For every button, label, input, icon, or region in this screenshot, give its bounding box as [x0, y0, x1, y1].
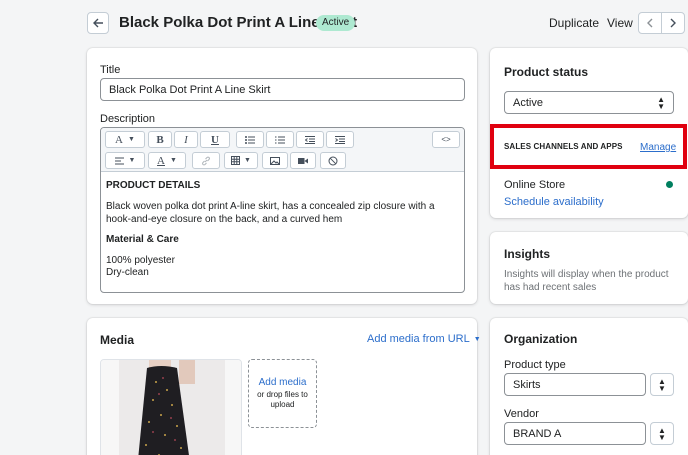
product-status-title: Product status — [504, 65, 589, 79]
outdent-icon — [305, 135, 315, 144]
add-media-from-url-label: Add media from URL — [367, 333, 470, 345]
add-media-button[interactable]: Add media — [259, 377, 307, 388]
next-button[interactable] — [661, 12, 685, 34]
align-button[interactable]: ▼ — [105, 152, 145, 169]
insights-text: Insights will display when the product h… — [504, 269, 669, 293]
sales-channels-label: SALES CHANNELS AND APPS — [504, 142, 623, 151]
table-button[interactable]: ▼ — [224, 152, 258, 169]
chevron-right-icon — [670, 18, 676, 28]
schedule-availability-link[interactable]: Schedule availability — [504, 196, 604, 208]
insert-image-button[interactable] — [262, 152, 288, 169]
indent-icon — [335, 135, 345, 144]
text-color-icon: A — [157, 154, 165, 167]
chevron-down-icon: ▼ — [244, 157, 251, 164]
bulleted-list-button[interactable] — [236, 131, 264, 148]
insights-title: Insights — [504, 247, 551, 261]
manage-sales-channels-link[interactable]: Manage — [640, 142, 676, 153]
status-select[interactable]: Active ▲ ▼ — [504, 91, 674, 114]
title-input[interactable]: Black Polka Dot Print A Line Skirt — [100, 78, 465, 101]
previous-button[interactable] — [638, 12, 662, 34]
status-select-value: Active — [513, 96, 543, 109]
add-media-from-url-link[interactable]: Add media from URL ▼ — [367, 333, 481, 345]
font-icon: A — [115, 133, 123, 146]
insert-video-button[interactable] — [290, 152, 316, 169]
numbered-list-button[interactable] — [266, 131, 294, 148]
online-status-dot — [666, 181, 673, 188]
description-subheading: Material & Care — [106, 234, 179, 245]
link-icon — [202, 156, 210, 165]
skirt-photo — [101, 360, 241, 455]
code-icon: <> — [441, 135, 451, 144]
clear-formatting-icon — [328, 156, 338, 165]
view-button[interactable]: View — [607, 16, 633, 30]
chevron-down-icon: ▼ — [170, 157, 177, 164]
vendor-input[interactable]: BRAND A — [504, 422, 646, 445]
product-type-input[interactable]: Skirts — [504, 373, 646, 396]
arrow-left-icon — [93, 18, 103, 28]
underline-button[interactable]: U — [200, 131, 230, 148]
link-button[interactable] — [192, 152, 220, 169]
outdent-button[interactable] — [296, 131, 324, 148]
table-icon — [231, 156, 241, 165]
back-button[interactable] — [87, 12, 109, 34]
chevron-down-icon: ▼ — [128, 157, 136, 164]
select-arrows-icon: ▲ ▼ — [658, 376, 666, 393]
show-html-button[interactable]: <> — [432, 131, 460, 148]
video-icon — [298, 157, 308, 164]
caret-down-icon: ▼ — [473, 335, 481, 343]
image-icon — [270, 156, 280, 165]
font-style-button[interactable]: A ▼ — [105, 131, 145, 148]
description-line: 100% polyester — [106, 255, 175, 266]
media-title: Media — [100, 333, 135, 347]
title-label: Title — [100, 64, 121, 76]
product-image[interactable] — [100, 359, 242, 455]
bulleted-list-icon — [245, 135, 255, 144]
drop-files-hint: or drop files to upload — [257, 390, 308, 409]
organization-title: Organization — [504, 332, 578, 346]
italic-icon: I — [184, 133, 188, 146]
duplicate-button[interactable]: Duplicate — [549, 16, 599, 30]
chevron-down-icon: ▼ — [128, 136, 135, 143]
chevron-left-icon — [647, 18, 653, 28]
description-paragraph: Black woven polka dot print A-line skirt… — [106, 201, 435, 225]
bold-icon: B — [156, 133, 164, 146]
status-badge: Active — [316, 15, 356, 31]
text-color-button[interactable]: A ▼ — [148, 152, 186, 169]
vendor-select[interactable]: ▲ ▼ — [650, 422, 674, 445]
product-type-label: Product type — [504, 359, 566, 371]
select-arrows-icon: ▲ ▼ — [657, 94, 665, 111]
numbered-list-icon — [275, 136, 285, 143]
select-arrows-icon: ▲ ▼ — [658, 425, 666, 442]
italic-button[interactable]: I — [174, 131, 198, 148]
bold-button[interactable]: B — [148, 131, 172, 148]
description-line: Dry-clean — [106, 267, 149, 278]
vendor-label: Vendor — [504, 408, 539, 420]
underline-icon: U — [211, 133, 219, 146]
product-type-select[interactable]: ▲ ▼ — [650, 373, 674, 396]
indent-button[interactable] — [326, 131, 354, 148]
description-label: Description — [100, 113, 156, 125]
description-heading: PRODUCT DETAILS — [106, 180, 201, 191]
media-dropzone[interactable]: Add media or drop files to upload — [248, 359, 317, 428]
online-store-label: Online Store — [504, 179, 566, 191]
align-left-icon — [114, 157, 124, 164]
clear-formatting-button[interactable] — [320, 152, 346, 169]
